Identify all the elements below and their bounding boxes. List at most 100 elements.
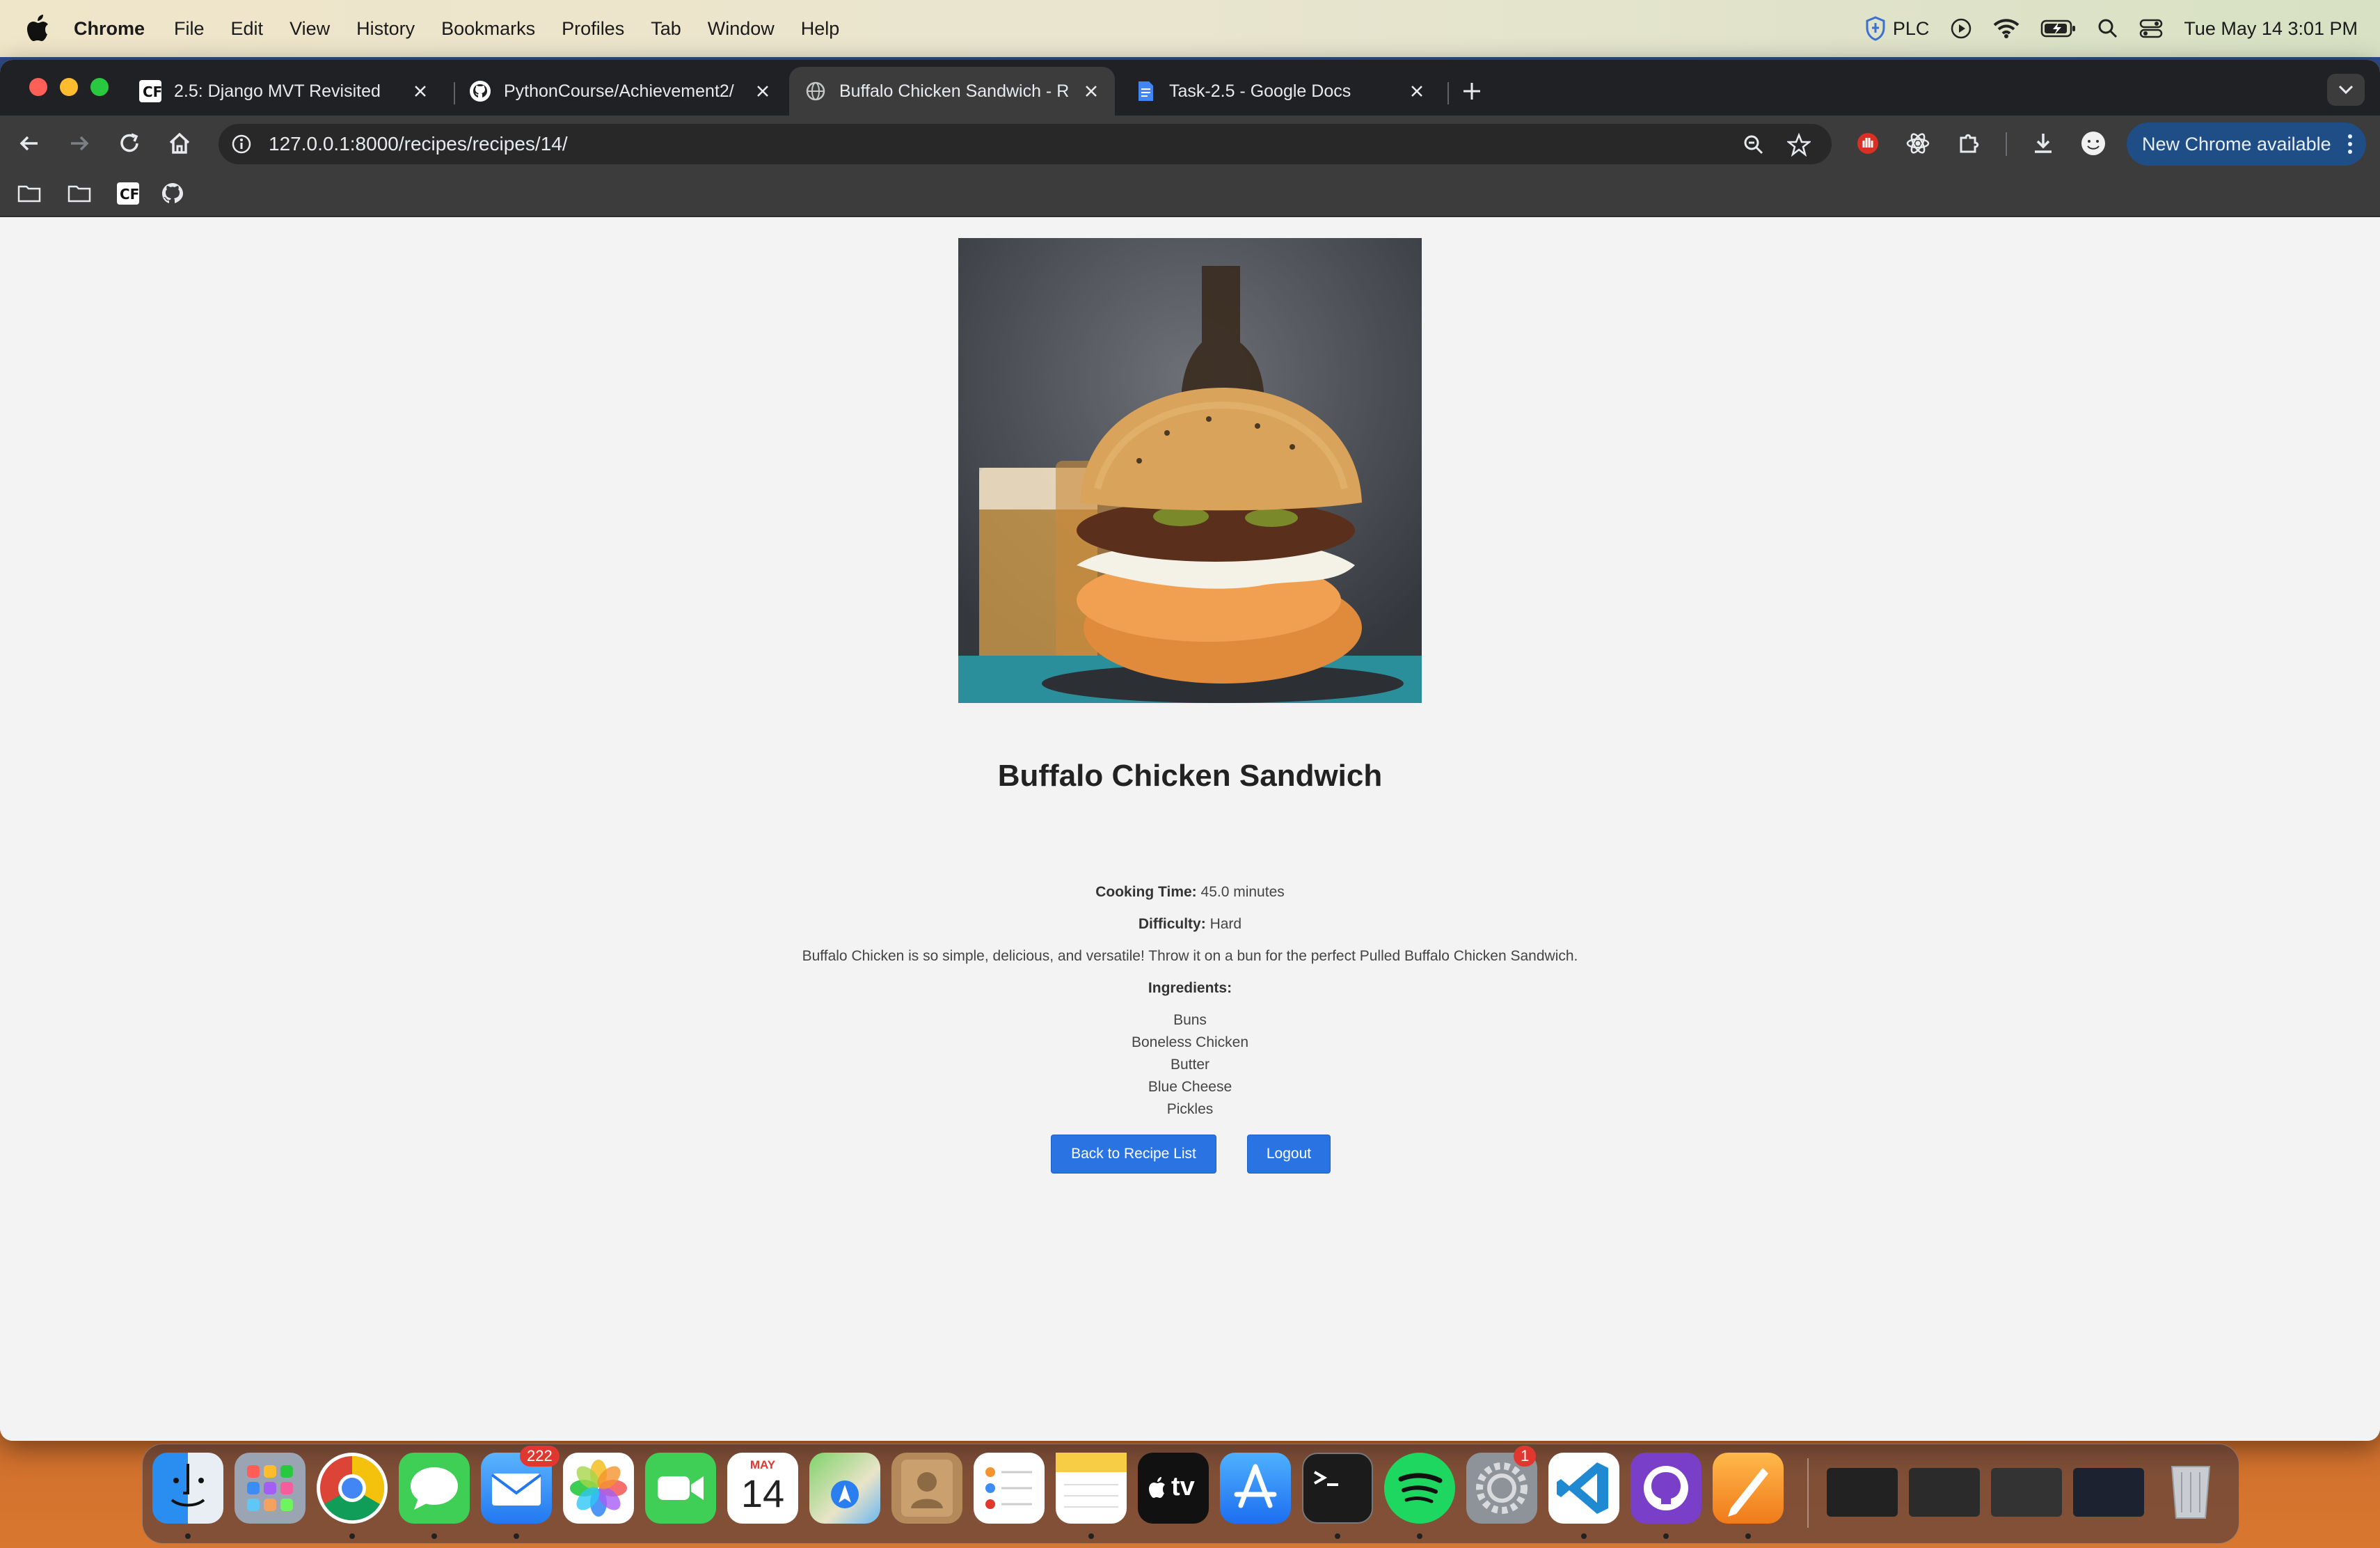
running-indicator bbox=[1088, 1533, 1094, 1539]
menu-tab[interactable]: Tab bbox=[651, 18, 681, 40]
menu-edit[interactable]: Edit bbox=[231, 18, 264, 40]
minimized-window-thumbnail[interactable] bbox=[1827, 1468, 1898, 1517]
maps-icon[interactable] bbox=[809, 1453, 880, 1524]
menu-app-chrome[interactable]: Chrome bbox=[74, 18, 145, 40]
minimize-window-button[interactable] bbox=[60, 78, 78, 96]
menu-profiles[interactable]: Profiles bbox=[562, 18, 624, 40]
launchpad-icon[interactable] bbox=[235, 1453, 306, 1524]
url-text[interactable]: 127.0.0.1:8000/recipes/recipes/14/ bbox=[269, 133, 568, 155]
menu-file[interactable]: File bbox=[174, 18, 205, 40]
vscode-logo-icon bbox=[1557, 1462, 1608, 1514]
pen-icon bbox=[1728, 1468, 1768, 1517]
notes-icon[interactable] bbox=[1056, 1453, 1127, 1524]
github-desktop-icon[interactable] bbox=[1631, 1453, 1701, 1524]
vscode-icon[interactable] bbox=[1548, 1453, 1619, 1524]
close-tab-icon[interactable] bbox=[1083, 83, 1100, 100]
notepad-icon bbox=[1056, 1453, 1127, 1508]
back-to-recipe-list-button[interactable]: Back to Recipe List bbox=[1051, 1135, 1216, 1174]
ingredient-item: Blue Cheese bbox=[1148, 1079, 1232, 1095]
spotify-icon[interactable] bbox=[1384, 1453, 1455, 1524]
new-tab-plus-icon[interactable] bbox=[1460, 79, 1484, 103]
github-icon[interactable] bbox=[160, 181, 185, 206]
control-center-icon[interactable] bbox=[2139, 18, 2163, 39]
folder-icon[interactable] bbox=[67, 181, 92, 206]
forward-arrow-icon[interactable] bbox=[65, 129, 93, 157]
reminders-icon[interactable] bbox=[974, 1453, 1045, 1524]
pages-icon[interactable] bbox=[1713, 1453, 1784, 1524]
running-indicator bbox=[185, 1533, 191, 1539]
dock-divider bbox=[1807, 1458, 1809, 1528]
running-indicator bbox=[514, 1533, 519, 1539]
apple-tv-icon[interactable]: tv bbox=[1138, 1453, 1209, 1524]
new-chrome-available-button[interactable]: New Chrome available bbox=[2127, 123, 2366, 166]
app-store-icon[interactable] bbox=[1220, 1453, 1291, 1524]
wifi-icon[interactable] bbox=[1993, 18, 2020, 39]
bookmark-star-icon[interactable] bbox=[1787, 133, 1811, 157]
photos-icon[interactable] bbox=[563, 1453, 634, 1524]
tab-search-button[interactable] bbox=[2327, 74, 2365, 106]
menu-help[interactable]: Help bbox=[801, 18, 840, 40]
calendar-icon[interactable]: MAY 14 bbox=[727, 1453, 798, 1524]
github-icon bbox=[470, 81, 491, 102]
facetime-icon[interactable] bbox=[645, 1453, 716, 1524]
download-icon[interactable] bbox=[2029, 129, 2057, 157]
vpn-status[interactable]: PLC bbox=[1865, 16, 1929, 41]
extensions-puzzle-icon[interactable] bbox=[1955, 129, 1983, 157]
minimized-window-thumbnail[interactable] bbox=[1909, 1468, 1980, 1517]
back-arrow-icon[interactable] bbox=[15, 129, 43, 157]
apple-logo-icon[interactable] bbox=[25, 14, 50, 43]
battery-charging-icon[interactable] bbox=[2040, 19, 2077, 38]
close-tab-icon[interactable] bbox=[754, 83, 771, 100]
terminal-prompt-icon bbox=[1314, 1471, 1338, 1486]
chrome-icon[interactable] bbox=[317, 1453, 388, 1524]
running-indicator bbox=[1581, 1533, 1587, 1539]
play-circle-icon[interactable] bbox=[1950, 17, 1972, 40]
window-controls bbox=[29, 78, 109, 96]
folder-icon[interactable] bbox=[17, 181, 42, 206]
site-info-icon[interactable] bbox=[231, 134, 252, 155]
home-icon[interactable] bbox=[166, 129, 193, 157]
difficulty-value: Hard bbox=[1209, 916, 1242, 932]
minimized-window-thumbnail[interactable] bbox=[1991, 1468, 2062, 1517]
tab-django-mvt[interactable]: CF 2.5: Django MVT Revisited bbox=[124, 67, 444, 116]
shield-vpn-icon bbox=[1866, 16, 1885, 41]
trash-icon[interactable] bbox=[2155, 1453, 2226, 1524]
logout-button[interactable]: Logout bbox=[1247, 1135, 1331, 1174]
terminal-icon[interactable] bbox=[1302, 1453, 1373, 1524]
spotlight-search-icon[interactable] bbox=[2097, 18, 2118, 39]
tab-buffalo-chicken-active[interactable]: Buffalo Chicken Sandwich - R bbox=[789, 67, 1115, 116]
cooking-time-label: Cooking Time: bbox=[1095, 884, 1197, 900]
minimized-window-thumbnail[interactable] bbox=[2073, 1468, 2144, 1517]
spotify-waves-icon bbox=[1398, 1473, 1443, 1503]
menu-bookmarks[interactable]: Bookmarks bbox=[441, 18, 535, 40]
react-devtools-icon[interactable] bbox=[1904, 129, 1932, 157]
menubar-clock[interactable]: Tue May 14 3:01 PM bbox=[2184, 18, 2358, 40]
tab-google-docs[interactable]: Task-2.5 - Google Docs bbox=[1119, 67, 1441, 116]
checklist-icon bbox=[985, 1467, 1032, 1509]
svg-text:CF: CF bbox=[120, 186, 139, 203]
messages-icon[interactable] bbox=[399, 1453, 470, 1524]
mail-unread-badge: 222 bbox=[520, 1446, 560, 1467]
zoom-out-icon[interactable] bbox=[1743, 134, 1765, 156]
menu-window[interactable]: Window bbox=[708, 18, 775, 40]
close-tab-icon[interactable] bbox=[412, 83, 429, 100]
tab-github-pythoncourse[interactable]: PythonCourse/Achievement2/ bbox=[454, 67, 786, 116]
finder-icon[interactable] bbox=[152, 1453, 223, 1524]
extension-red-hand-icon[interactable] bbox=[1854, 129, 1882, 157]
contacts-icon[interactable] bbox=[891, 1453, 962, 1524]
zoom-window-button[interactable] bbox=[90, 78, 109, 96]
careerfoundry-icon[interactable]: CF bbox=[116, 181, 141, 206]
address-bar[interactable]: 127.0.0.1:8000/recipes/recipes/14/ bbox=[219, 124, 1832, 164]
menu-history[interactable]: History bbox=[356, 18, 415, 40]
menu-view[interactable]: View bbox=[289, 18, 330, 40]
running-indicator bbox=[349, 1533, 355, 1539]
speech-bubble-icon bbox=[411, 1467, 458, 1510]
running-indicator bbox=[1335, 1533, 1340, 1539]
recipe-detail-page: Buffalo Chicken Sandwich Cooking Time: 4… bbox=[0, 217, 2380, 1441]
kebab-menu-icon[interactable] bbox=[2347, 134, 2354, 155]
reload-icon[interactable] bbox=[116, 129, 143, 157]
close-window-button[interactable] bbox=[29, 78, 47, 96]
close-tab-icon[interactable] bbox=[1409, 83, 1425, 100]
macos-menu-bar: Chrome File Edit View History Bookmarks … bbox=[0, 0, 2380, 57]
profile-avatar-icon[interactable] bbox=[2079, 129, 2107, 157]
